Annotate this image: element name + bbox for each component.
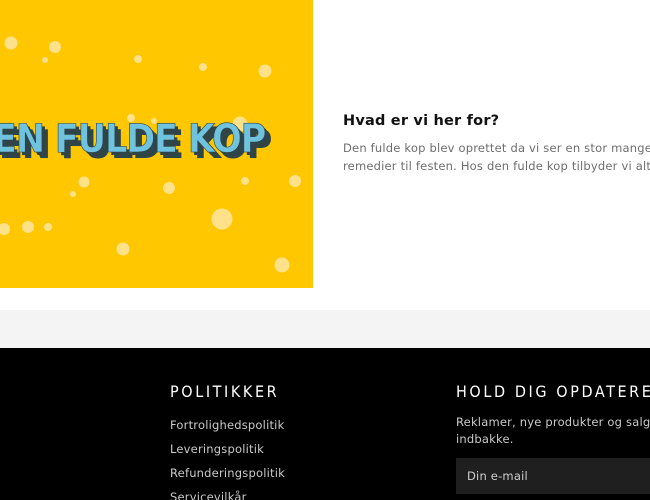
about-body: Den fulde kop blev oprettet da vi ser en… [343,139,650,175]
site-footer: POLITIKKER Fortrolighedspolitik Levering… [0,348,650,500]
policies-list: Fortrolighedspolitik Leveringspolitik Re… [170,414,285,500]
list-item: Refunderingspolitik [170,462,285,486]
newsletter-text-line: indbakke. [456,432,514,446]
about-heading: Hvad er vi her for? [343,113,500,129]
about-body-line: remedier til festen. Hos den fulde kop t… [343,159,650,173]
about-section: DEN FULDE KOP DEN FULDE KOP DEN FULDE KO… [0,0,650,310]
newsletter-description: Reklamer, nye produkter og salg. Di indb… [456,414,650,448]
newsletter-email-input[interactable] [456,458,650,494]
list-item: Servicevilkår [170,486,285,500]
hero-image: DEN FULDE KOP DEN FULDE KOP DEN FULDE KO… [0,0,313,288]
refund-policy-link[interactable]: Refunderingspolitik [170,466,285,480]
newsletter-text-line: Reklamer, nye produkter og salg. Di [456,415,650,429]
newsletter-title: HOLD DIG OPDATERET [456,382,650,401]
policies-title: POLITIKKER [170,382,280,401]
terms-of-service-link[interactable]: Servicevilkår [170,490,247,500]
privacy-policy-link[interactable]: Fortrolighedspolitik [170,418,284,432]
page: DEN FULDE KOP DEN FULDE KOP DEN FULDE KO… [0,0,650,500]
list-item: Fortrolighedspolitik [170,414,285,438]
about-body-line: Den fulde kop blev oprettet da vi ser en… [343,141,650,155]
hero-illustration: DEN FULDE KOP DEN FULDE KOP DEN FULDE KO… [0,0,313,288]
section-divider-band [0,310,650,348]
about-text: Hvad er vi her for? Den fulde kop blev o… [343,113,650,175]
logo-text: DEN FULDE KOP [0,117,266,162]
shipping-policy-link[interactable]: Leveringspolitik [170,442,264,456]
list-item: Leveringspolitik [170,438,285,462]
